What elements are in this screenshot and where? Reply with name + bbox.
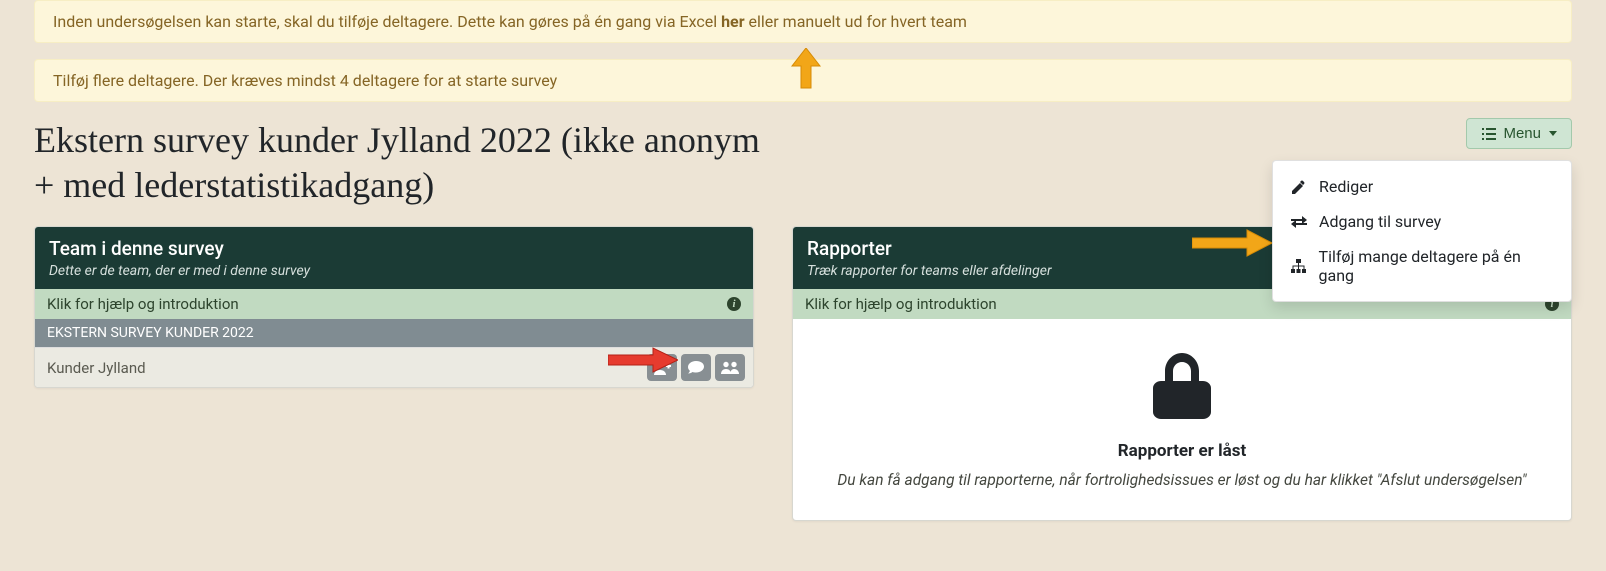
help-label: Klik for hjælp og introduktion: [47, 295, 239, 313]
list-icon: [1481, 128, 1497, 140]
menu-item-access[interactable]: Adgang til survey: [1273, 204, 1571, 239]
annotation-arrow-add: [608, 347, 678, 373]
group-label: EKSTERN SURVEY KUNDER 2022: [47, 325, 254, 341]
alert-min-participants: Tilføj flere deltagere. Der kræves minds…: [34, 59, 1572, 102]
pencil-icon: [1291, 180, 1307, 194]
info-icon: i: [727, 297, 741, 311]
alert-link-her[interactable]: her: [721, 12, 744, 31]
menu-item-label: Tilføj mange deltagere på én gang: [1319, 247, 1553, 285]
panel-subtitle: Dette er de team, der er med i denne sur…: [49, 263, 739, 279]
annotation-arrow-menu: [1192, 228, 1272, 258]
team-name: Kunder Jylland: [47, 359, 146, 377]
menu-item-add-many[interactable]: Tilføj mange deltagere på én gang: [1273, 239, 1571, 293]
page-title: Ekstern survey kunder Jylland 2022 (ikke…: [34, 118, 774, 208]
feedback-button[interactable]: [681, 354, 711, 381]
reports-locked: Rapporter er låst Du kan få adgang til r…: [793, 319, 1571, 520]
alert-text-post: eller manuelt ud for hvert team: [745, 12, 967, 31]
caret-down-icon: [1549, 131, 1557, 136]
menu-item-label: Rediger: [1319, 177, 1373, 196]
panel-title: Team i denne survey: [49, 237, 739, 260]
alert-text-pre: Inden undersøgelsen kan starte, skal du …: [53, 12, 721, 31]
menu-item-edit[interactable]: Rediger: [1273, 169, 1571, 204]
sitemap-icon: [1291, 259, 1307, 273]
chat-icon: [688, 361, 704, 375]
help-label: Klik for hjælp og introduktion: [805, 295, 997, 313]
panel-teams: Team i denne survey Dette er de team, de…: [34, 226, 754, 388]
menu-dropdown: Rediger Adgang til survey Tilføj mange d…: [1272, 160, 1572, 302]
lock-icon: [833, 353, 1531, 423]
help-row-teams[interactable]: Klik for hjælp og introduktion i: [35, 289, 753, 319]
menu-button[interactable]: Menu: [1466, 118, 1572, 149]
team-group-header: EKSTERN SURVEY KUNDER 2022: [35, 319, 753, 347]
exchange-icon: [1291, 216, 1307, 228]
locked-description: Du kan få adgang til rapporterne, når fo…: [833, 469, 1531, 492]
locked-title: Rapporter er låst: [833, 441, 1531, 461]
alert-excel: Inden undersøgelsen kan starte, skal du …: [34, 0, 1572, 43]
users-button[interactable]: [715, 354, 745, 381]
menu-label: Menu: [1503, 125, 1541, 142]
alert-text: Tilføj flere deltagere. Der kræves minds…: [53, 71, 557, 90]
users-icon: [721, 361, 739, 374]
panel-header: Team i denne survey Dette er de team, de…: [35, 227, 753, 289]
menu-item-label: Adgang til survey: [1319, 212, 1441, 231]
